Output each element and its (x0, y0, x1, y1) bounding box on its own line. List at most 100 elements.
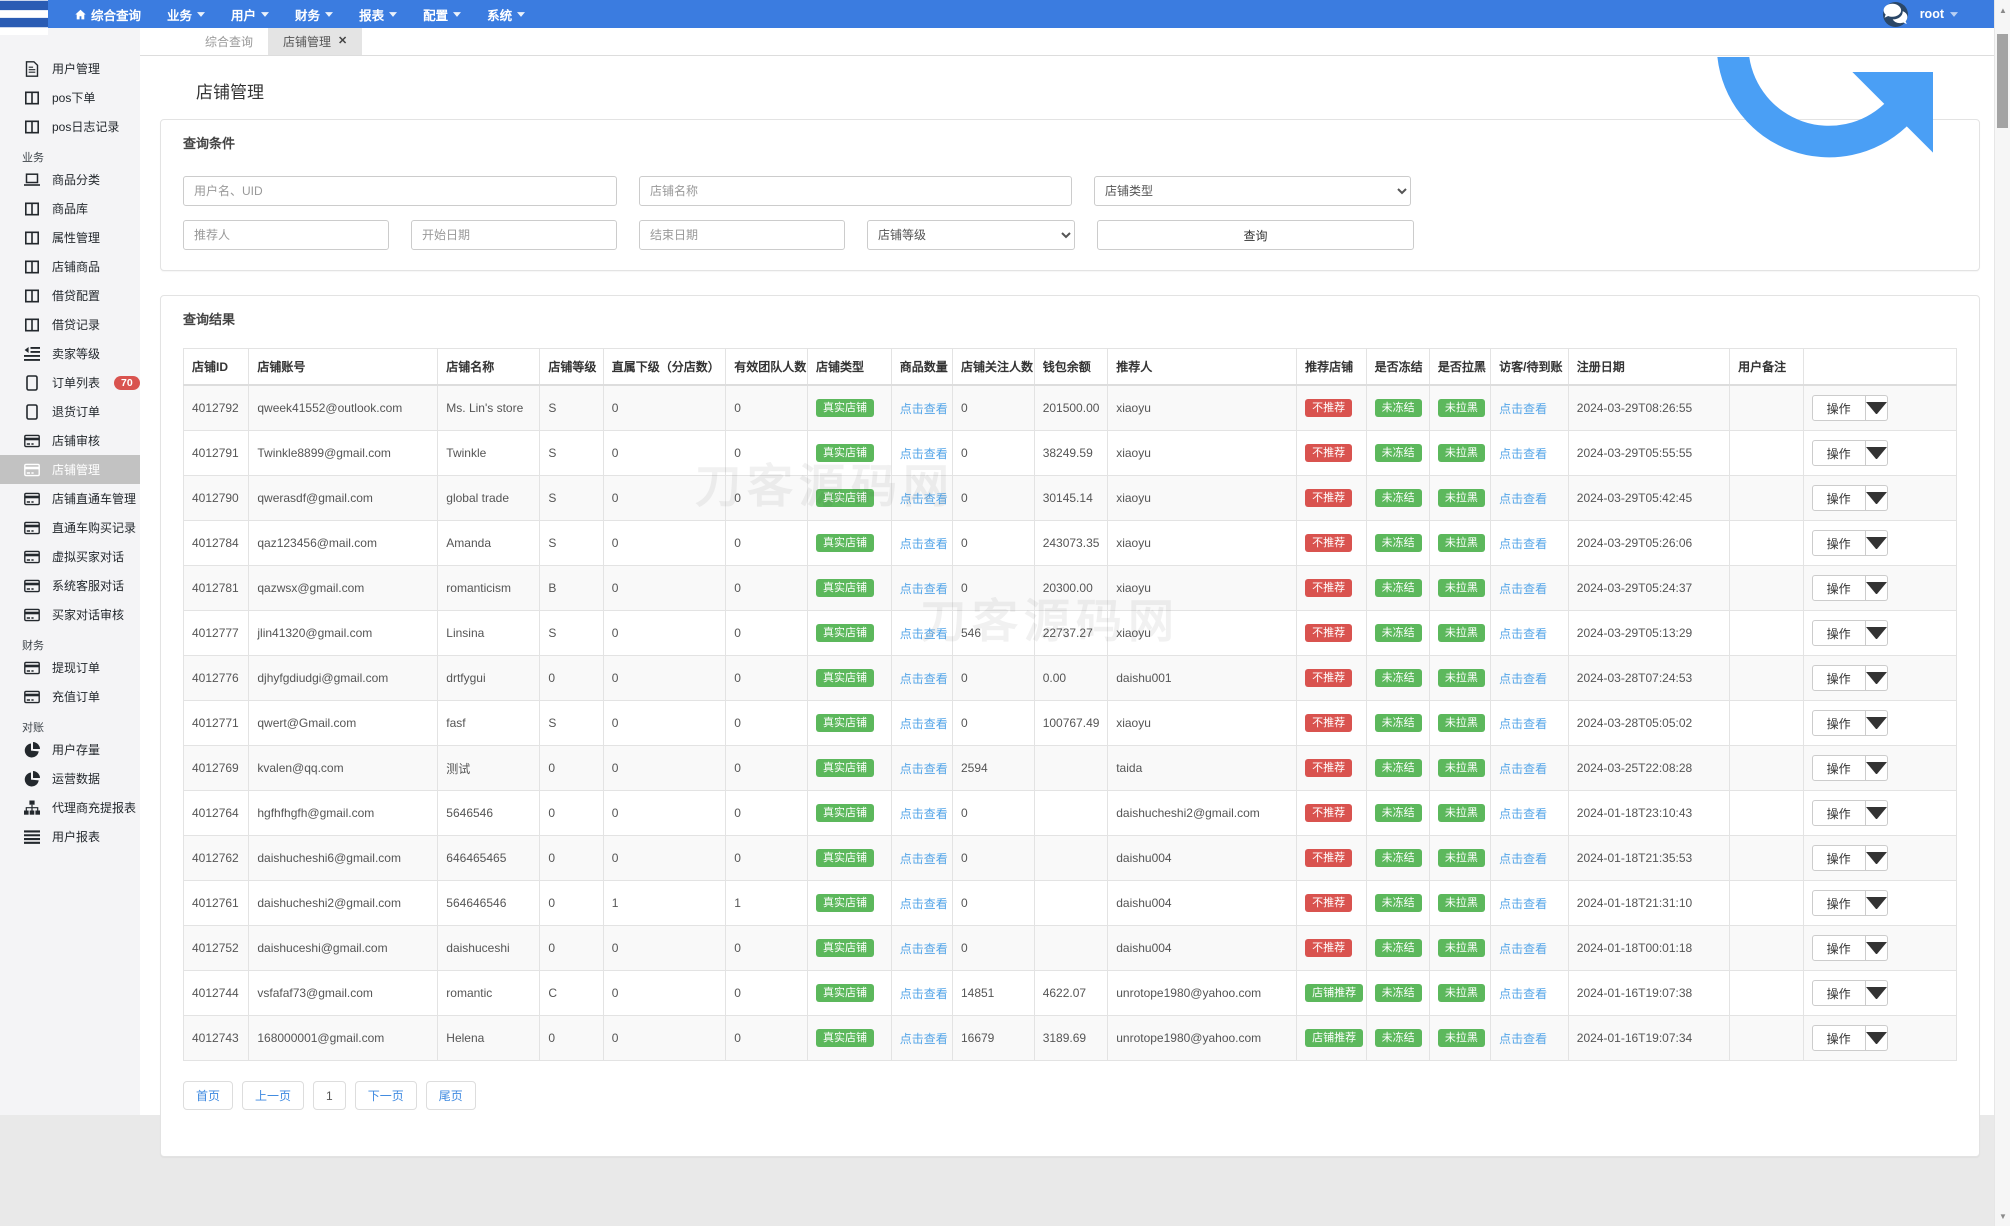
visitors-view-link[interactable]: 点击查看 (1499, 897, 1547, 911)
action-dropdown-toggle[interactable] (1865, 575, 1888, 601)
sidebar-item[interactable]: pos下单 (0, 83, 140, 112)
page-button[interactable]: 下一页 (354, 1081, 417, 1110)
action-button[interactable]: 操作 (1811, 395, 1866, 421)
visitors-view-link[interactable]: 点击查看 (1499, 1032, 1547, 1046)
nav-item-4[interactable]: 财务 (282, 0, 346, 28)
visitors-view-link[interactable]: 点击查看 (1499, 762, 1547, 776)
goods-view-link[interactable]: 点击查看 (900, 537, 948, 551)
tab-inactive[interactable]: 综合查询 (190, 28, 268, 55)
action-dropdown-toggle[interactable] (1865, 440, 1888, 466)
sidebar-item[interactable]: 买家对话审核 (0, 600, 140, 629)
sidebar-item[interactable]: 借贷记录 (0, 310, 140, 339)
action-button[interactable]: 操作 (1811, 755, 1866, 781)
sidebar-item[interactable]: 充值订单 (0, 682, 140, 711)
scroll-up-arrow[interactable]: ▲ (1995, 2, 2010, 18)
action-dropdown-toggle[interactable] (1865, 980, 1888, 1006)
action-dropdown-toggle[interactable] (1865, 620, 1888, 646)
action-dropdown-toggle[interactable] (1865, 710, 1888, 736)
sidebar-item[interactable]: 商品分类 (0, 165, 140, 194)
nav-item-7[interactable]: 系统 (474, 0, 538, 28)
visitors-view-link[interactable]: 点击查看 (1499, 447, 1547, 461)
visitors-view-link[interactable]: 点击查看 (1499, 987, 1547, 1001)
action-dropdown-toggle[interactable] (1865, 845, 1888, 871)
shop-level-select[interactable]: 店铺等级 (867, 220, 1075, 250)
nav-item-2[interactable]: 业务 (154, 0, 218, 28)
page-button[interactable]: 上一页 (242, 1081, 305, 1110)
visitors-view-link[interactable]: 点击查看 (1499, 807, 1547, 821)
sidebar-item[interactable]: 虚拟买家对话 (0, 542, 140, 571)
goods-view-link[interactable]: 点击查看 (900, 1032, 948, 1046)
sidebar-item[interactable]: 退货订单 (0, 397, 140, 426)
scroll-down-arrow[interactable]: ▼ (1995, 1208, 2010, 1224)
visitors-view-link[interactable]: 点击查看 (1499, 537, 1547, 551)
goods-view-link[interactable]: 点击查看 (900, 582, 948, 596)
start-date-input[interactable] (411, 220, 617, 250)
action-dropdown-toggle[interactable] (1865, 755, 1888, 781)
action-button[interactable]: 操作 (1811, 980, 1866, 1006)
goods-view-link[interactable]: 点击查看 (900, 987, 948, 1001)
action-dropdown-toggle[interactable] (1865, 395, 1888, 421)
sidebar-item[interactable]: 属性管理 (0, 223, 140, 252)
page-number-current[interactable]: 1 (313, 1081, 346, 1110)
action-button[interactable]: 操作 (1811, 620, 1866, 646)
action-button[interactable]: 操作 (1811, 440, 1866, 466)
sidebar-item[interactable]: 代理商充提报表 (0, 793, 140, 822)
nav-item-3[interactable]: 用户 (218, 0, 282, 28)
query-button[interactable]: 查询 (1097, 220, 1414, 250)
goods-view-link[interactable]: 点击查看 (900, 447, 948, 461)
visitors-view-link[interactable]: 点击查看 (1499, 492, 1547, 506)
sidebar-item[interactable]: 店铺审核 (0, 426, 140, 455)
visitors-view-link[interactable]: 点击查看 (1499, 627, 1547, 641)
shop-type-select[interactable]: 店铺类型 (1094, 176, 1411, 206)
nav-item-1[interactable]: 综合查询 (62, 0, 154, 28)
sidebar-toggle-button[interactable] (0, 0, 48, 35)
action-button[interactable]: 操作 (1811, 890, 1866, 916)
end-date-input[interactable] (639, 220, 845, 250)
action-button[interactable]: 操作 (1811, 530, 1866, 556)
visitors-view-link[interactable]: 点击查看 (1499, 672, 1547, 686)
goods-view-link[interactable]: 点击查看 (900, 942, 948, 956)
sidebar-item[interactable]: 卖家等级 (0, 339, 140, 368)
goods-view-link[interactable]: 点击查看 (900, 402, 948, 416)
visitors-view-link[interactable]: 点击查看 (1499, 942, 1547, 956)
page-button[interactable]: 尾页 (425, 1081, 476, 1110)
sidebar-item[interactable]: 店铺直通车管理 (0, 484, 140, 513)
goods-view-link[interactable]: 点击查看 (900, 672, 948, 686)
action-dropdown-toggle[interactable] (1865, 530, 1888, 556)
goods-view-link[interactable]: 点击查看 (900, 807, 948, 821)
user-menu[interactable]: root (1920, 7, 1958, 21)
nav-item-6[interactable]: 配置 (410, 0, 474, 28)
sidebar-item[interactable]: 商品库 (0, 194, 140, 223)
scrollbar-thumb[interactable] (1997, 34, 2008, 128)
sidebar-item[interactable]: 用户管理 (0, 54, 140, 83)
tab-active[interactable]: 店铺管理 ✕ (268, 28, 363, 55)
sidebar-item[interactable]: 提现订单 (0, 653, 140, 682)
referrer-input[interactable] (183, 220, 389, 250)
action-dropdown-toggle[interactable] (1865, 935, 1888, 961)
action-dropdown-toggle[interactable] (1865, 890, 1888, 916)
sidebar-item[interactable]: 用户存量 (0, 735, 140, 764)
visitors-view-link[interactable]: 点击查看 (1499, 582, 1547, 596)
action-dropdown-toggle[interactable] (1865, 665, 1888, 691)
visitors-view-link[interactable]: 点击查看 (1499, 717, 1547, 731)
action-button[interactable]: 操作 (1811, 485, 1866, 511)
action-button[interactable]: 操作 (1811, 710, 1866, 736)
sidebar-item[interactable]: 系统客服对话 (0, 571, 140, 600)
goods-view-link[interactable]: 点击查看 (900, 897, 948, 911)
sidebar-item[interactable]: 运营数据 (0, 764, 140, 793)
goods-view-link[interactable]: 点击查看 (900, 762, 948, 776)
action-dropdown-toggle[interactable] (1865, 1025, 1888, 1051)
action-button[interactable]: 操作 (1811, 845, 1866, 871)
shop-name-input[interactable] (639, 176, 1072, 206)
action-button[interactable]: 操作 (1811, 800, 1866, 826)
goods-view-link[interactable]: 点击查看 (900, 627, 948, 641)
goods-view-link[interactable]: 点击查看 (900, 492, 948, 506)
page-button[interactable]: 首页 (183, 1081, 234, 1110)
action-button[interactable]: 操作 (1811, 665, 1866, 691)
action-button[interactable]: 操作 (1811, 575, 1866, 601)
username-uid-input[interactable] (183, 176, 617, 206)
sidebar-item[interactable]: 借贷配置 (0, 281, 140, 310)
sidebar-item[interactable]: 店铺商品 (0, 252, 140, 281)
action-button[interactable]: 操作 (1811, 935, 1866, 961)
visitors-view-link[interactable]: 点击查看 (1499, 402, 1547, 416)
